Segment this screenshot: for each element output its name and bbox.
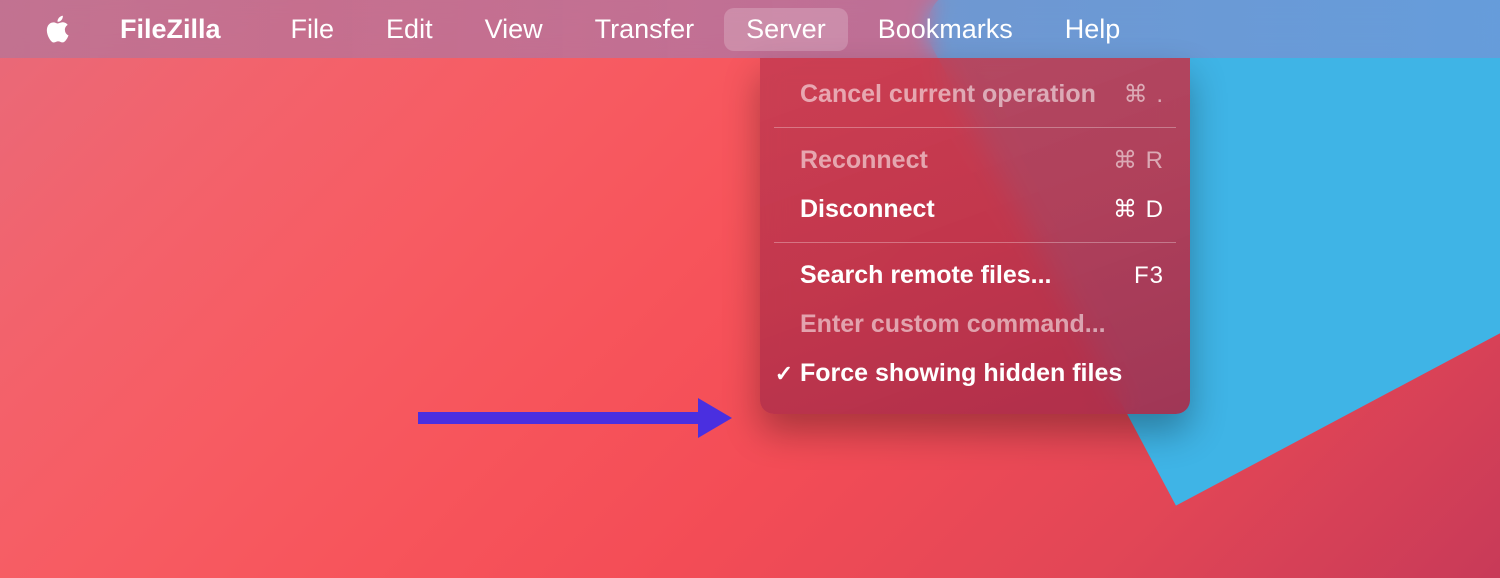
menuitem-shortcut: ⌘ .: [1124, 80, 1164, 109]
menu-server[interactable]: Server: [724, 8, 848, 51]
server-menu-dropdown: Cancel current operation ⌘ . Reconnect ⌘…: [760, 58, 1190, 414]
menu-bookmarks[interactable]: Bookmarks: [856, 8, 1035, 51]
menubar: FileZilla File Edit View Transfer Server…: [0, 0, 1500, 58]
menuitem-search-remote-files[interactable]: Search remote files... F3: [760, 251, 1190, 300]
menuitem-force-showing-hidden-files[interactable]: ✓ Force showing hidden files: [760, 349, 1190, 398]
menu-edit[interactable]: Edit: [364, 8, 455, 51]
menuitem-shortcut: ⌘ D: [1113, 195, 1164, 224]
checkmark-icon: ✓: [768, 361, 800, 387]
menuitem-label: Cancel current operation: [800, 80, 1124, 109]
menu-transfer[interactable]: Transfer: [573, 8, 717, 51]
menuitem-label: Reconnect: [800, 146, 1113, 175]
menuitem-enter-custom-command: Enter custom command...: [760, 300, 1190, 349]
menuitem-label: Disconnect: [800, 195, 1113, 224]
arrow-head-icon: [698, 398, 732, 438]
menuitem-label: Force showing hidden files: [800, 359, 1164, 388]
desktop-wallpaper: [0, 0, 1500, 578]
menuitem-label: Search remote files...: [800, 261, 1134, 290]
menuitem-shortcut: F3: [1134, 262, 1164, 290]
menu-separator: [774, 242, 1176, 243]
menuitem-reconnect: Reconnect ⌘ R: [760, 136, 1190, 185]
menu-help[interactable]: Help: [1043, 8, 1143, 51]
apple-logo-icon[interactable]: [44, 13, 72, 45]
menu-separator: [774, 127, 1176, 128]
annotation-arrow: [418, 398, 732, 438]
menu-view[interactable]: View: [463, 8, 565, 51]
menuitem-shortcut: ⌘ R: [1113, 146, 1164, 175]
app-name[interactable]: FileZilla: [120, 14, 221, 45]
menuitem-disconnect[interactable]: Disconnect ⌘ D: [760, 185, 1190, 234]
arrow-shaft: [418, 412, 698, 424]
menu-file[interactable]: File: [269, 8, 357, 51]
menuitem-label: Enter custom command...: [800, 310, 1164, 339]
menuitem-cancel-current-operation: Cancel current operation ⌘ .: [760, 70, 1190, 119]
